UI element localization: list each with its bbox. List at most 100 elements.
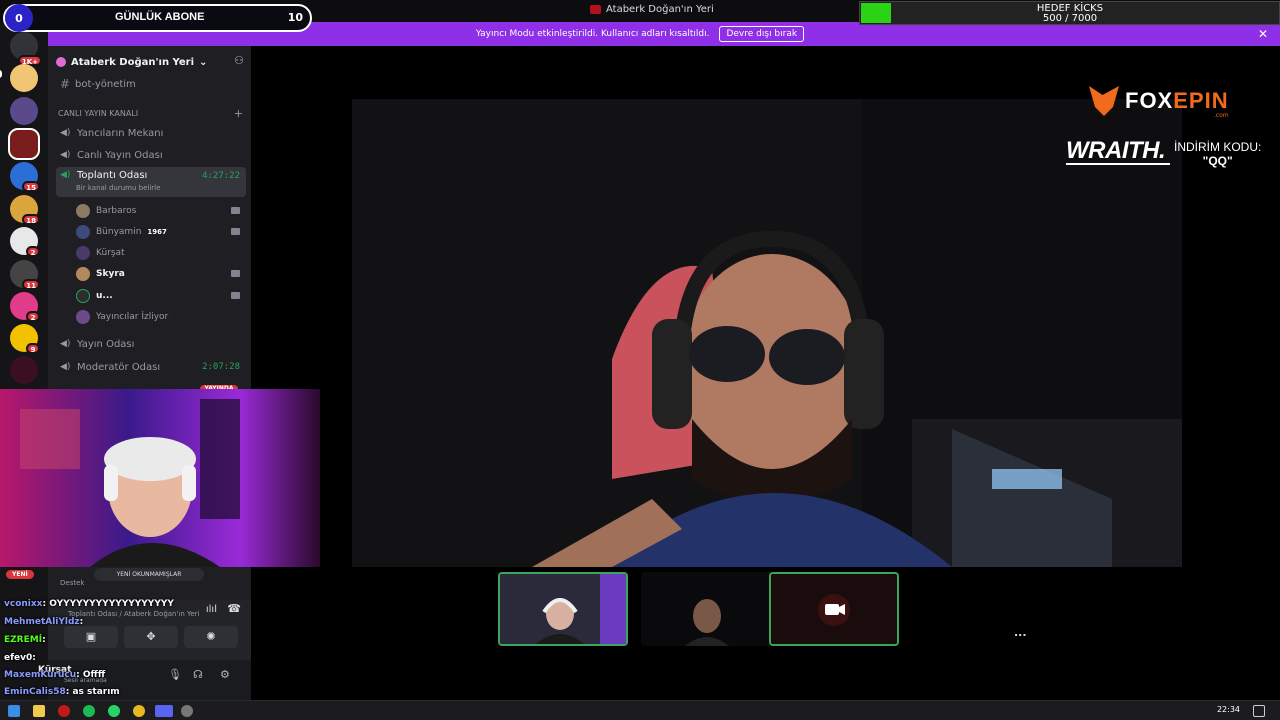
server-icon[interactable]	[10, 97, 38, 125]
participant-video	[500, 574, 626, 644]
subs-count: 0	[5, 4, 33, 32]
window-title-text: Ataberk Doğan'ın Yeri	[606, 4, 714, 15]
chrome-icon[interactable]	[133, 705, 145, 717]
start-icon[interactable]	[8, 705, 20, 717]
add-member-icon[interactable]: ⚇	[234, 54, 244, 67]
voice-user-name: Kürşat	[96, 248, 125, 258]
server-icon[interactable]	[10, 64, 38, 92]
camera-icon	[231, 270, 240, 277]
close-icon[interactable]: ✕	[1258, 27, 1268, 41]
channel-timer: 2:07:28	[202, 362, 240, 372]
channel-bot-yonetim[interactable]: # bot-yönetim	[56, 74, 246, 94]
kicks-goal-overlay: HEDEF KİCKS 500 / 7000	[859, 1, 1280, 25]
server-icon[interactable]: 2	[10, 292, 40, 322]
home-button[interactable]: 1K+	[10, 32, 42, 66]
chat-overlay: YENİ YENİ OKUNMAMIŞLAR Destek	[0, 567, 251, 700]
server-icon[interactable]: 11	[10, 260, 40, 290]
server-badge: 18	[22, 214, 40, 225]
speaker-icon: ◀)	[60, 362, 71, 372]
speaker-icon: ◀)	[60, 150, 71, 160]
server-icon[interactable]: 9	[10, 324, 40, 354]
sponsor-name: FOXEPIN	[1125, 88, 1229, 114]
unread-indicator	[0, 70, 2, 78]
server-icon[interactable]: 18	[10, 195, 40, 225]
server-badge: 9	[26, 343, 40, 354]
channel-toplanti-odasi[interactable]: ◀) Toplantı Odası 4:27:22 Bir kanal duru…	[56, 167, 246, 197]
server-badge-icon	[56, 57, 66, 67]
main-video[interactable]	[352, 99, 1182, 567]
notification-icon[interactable]	[1253, 705, 1265, 717]
voice-user-name: Skyra	[96, 269, 125, 279]
folder-icon[interactable]	[33, 705, 45, 717]
spotify-icon[interactable]	[83, 705, 95, 717]
camera-icon	[231, 292, 240, 299]
server-badge: 2	[26, 246, 40, 257]
server-name: Ataberk Doğan'ın Yeri	[71, 56, 195, 68]
speaker-icon: ◀)	[60, 128, 71, 138]
participant-tile-camera-off[interactable]	[769, 572, 899, 646]
taskbar: 22:34	[0, 700, 1280, 720]
user-tag: 1967	[147, 228, 167, 236]
participant-tile[interactable]	[498, 572, 628, 646]
sponsor-underline	[1066, 163, 1170, 165]
kicks-progress-text: 500 / 7000	[1042, 13, 1098, 24]
channel-yancilarin-mekani[interactable]: ◀) Yancıların Mekanı	[56, 123, 246, 143]
server-header[interactable]: Ataberk Doğan'ın Yeri ⌄ ⚇	[56, 54, 244, 70]
server-icon[interactable]	[10, 356, 38, 384]
avatar	[76, 204, 90, 218]
speaker-icon: ◀)	[60, 339, 71, 349]
channel-timer: 4:27:22	[202, 171, 240, 181]
avatar	[76, 225, 90, 239]
banner-message: Yayıncı Modu etkinleştirildi. Kullanıcı …	[475, 29, 710, 39]
app-icon	[590, 5, 601, 14]
more-options-button[interactable]: ...	[1014, 626, 1027, 639]
channel-status[interactable]: Bir kanal durumu belirle	[76, 184, 160, 192]
daily-subs-overlay: 0 GÜNLÜK ABONE 10	[3, 4, 312, 32]
new-messages-pill[interactable]: YENİ	[6, 570, 34, 579]
voice-user[interactable]: Bünyamin 1967	[76, 222, 242, 242]
hash-icon: #	[60, 77, 71, 91]
voice-user[interactable]: u...	[76, 286, 242, 306]
server-badge: 11	[22, 279, 40, 290]
voice-user[interactable]: Barbaros	[76, 201, 242, 221]
voice-user-name: u...	[96, 291, 113, 301]
main-video-image	[352, 99, 1182, 567]
disable-streamer-mode-button[interactable]: Devre dışı bırak	[719, 26, 805, 42]
add-channel-icon[interactable]: +	[234, 107, 243, 120]
whatsapp-icon[interactable]	[108, 705, 120, 717]
category-live[interactable]: CANLI YAYIN KANALI +	[58, 107, 243, 120]
sponsor-domain: .com	[1213, 112, 1229, 119]
taskbar-clock: 22:34	[1216, 705, 1240, 714]
fox-icon	[1089, 86, 1119, 116]
subs-value: 10	[287, 11, 303, 24]
sponsor-product: WRAITH.	[1066, 137, 1166, 164]
window-title: Ataberk Doğan'ın Yeri	[590, 4, 714, 15]
participant-video	[641, 572, 771, 646]
avatar	[76, 310, 90, 324]
participant-placeholder	[771, 574, 897, 644]
channel-yayin-odasi[interactable]: ◀) Yayın Odası	[56, 334, 246, 354]
channel-label: bot-yönetim	[75, 78, 136, 90]
server-icon-active[interactable]	[8, 128, 40, 160]
destek-label: Destek	[60, 579, 85, 587]
webcam-image	[0, 389, 320, 567]
voice-user[interactable]: Kürşat	[76, 243, 242, 263]
promo-code: "QQ"	[1202, 154, 1233, 168]
channel-moderator-odasi[interactable]: ◀) Moderatör Odası 2:07:28	[56, 357, 246, 377]
sponsor-name-a: FOX	[1125, 88, 1174, 113]
voice-user-name: Bünyamin	[96, 227, 142, 237]
server-icon[interactable]: 15	[10, 162, 40, 192]
channel-canli-yayin-odasi[interactable]: ◀) Canlı Yayın Odası	[56, 145, 246, 165]
server-icon[interactable]: 2	[10, 227, 40, 257]
discord-icon[interactable]	[155, 705, 173, 717]
obs-icon[interactable]	[181, 705, 193, 717]
voice-user-name: Barbaros	[96, 206, 137, 216]
camera-icon	[231, 228, 240, 235]
voice-user[interactable]: Yayıncılar İzliyor	[76, 307, 242, 327]
opera-icon[interactable]	[58, 705, 70, 717]
participant-tile[interactable]	[641, 572, 771, 646]
voice-user[interactable]: Skyra	[76, 264, 242, 284]
unread-pill[interactable]: YENİ OKUNMAMIŞLAR	[94, 568, 204, 581]
chevron-down-icon: ⌄	[199, 56, 208, 68]
channel-label: Toplantı Odası	[77, 170, 148, 181]
